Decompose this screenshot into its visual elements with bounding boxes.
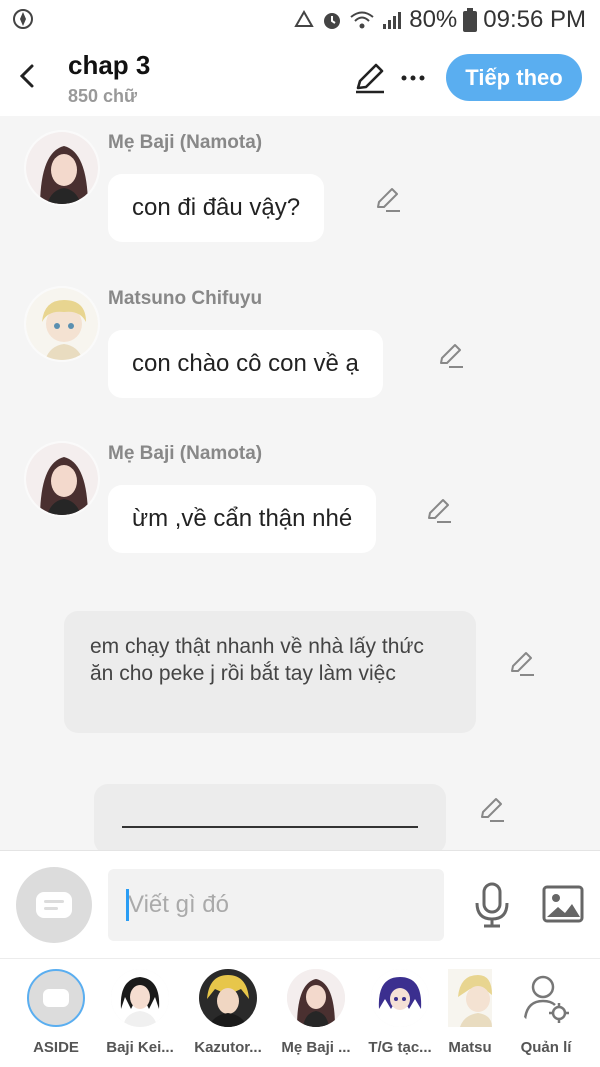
alarm-icon xyxy=(321,9,343,31)
character-label: Mẹ Baji ... xyxy=(281,1039,351,1056)
character-matsuno[interactable]: Matsu xyxy=(448,969,492,1056)
editor-header: chap 3 850 chữ Tiếp theo xyxy=(0,40,600,116)
speaker-name: Matsuno Chifuyu xyxy=(108,288,263,309)
input-bar xyxy=(0,850,600,958)
pencil-icon xyxy=(428,499,451,523)
draft-text-line xyxy=(122,826,418,828)
microphone-button[interactable] xyxy=(472,881,512,929)
back-button[interactable] xyxy=(14,58,42,94)
character-baji-kei[interactable]: Baji Kei... xyxy=(100,969,180,1056)
message-bubble[interactable]: con chào cô con về ạ xyxy=(108,330,383,398)
more-dots-icon xyxy=(401,75,425,81)
character-aside[interactable]: ASIDE xyxy=(16,969,96,1056)
aside-toggle-button[interactable] xyxy=(16,867,92,943)
character-tg[interactable]: T/G tạc... xyxy=(360,969,440,1056)
status-bar: 80% 09:56 PM xyxy=(0,0,600,40)
character-label: Matsu xyxy=(448,1039,492,1056)
wifi-icon xyxy=(349,10,375,30)
pencil-icon xyxy=(511,652,534,676)
compass-icon xyxy=(12,8,34,35)
avatar-me-baji[interactable] xyxy=(24,130,100,206)
signal-icon xyxy=(381,10,403,30)
character-avatar xyxy=(371,969,429,1027)
battery-icon xyxy=(463,8,478,32)
character-kazutora[interactable]: Kazutor... xyxy=(188,969,268,1056)
manage-characters-button[interactable]: Quản lí xyxy=(506,969,586,1056)
character-bar: ASIDE Baji Kei... Kazutor... Mẹ Baji ...… xyxy=(0,958,600,1067)
edit-message-button[interactable] xyxy=(425,497,453,525)
character-avatar xyxy=(287,969,345,1027)
edit-message-button[interactable] xyxy=(374,186,402,214)
character-label: ASIDE xyxy=(33,1039,79,1056)
message-icon xyxy=(36,892,72,918)
speaker-name: Mẹ Baji (Namota) xyxy=(108,443,263,464)
character-avatar xyxy=(199,969,257,1027)
message-bubble[interactable]: con đi đâu vậy? xyxy=(108,174,325,242)
message-bubble[interactable]: ừm ,về cẩn thận nhé xyxy=(108,485,377,553)
microphone-icon xyxy=(475,882,509,928)
clock: 09:56 PM xyxy=(483,6,586,33)
avatar-matsuno-chifuyu[interactable] xyxy=(24,286,100,362)
pencil-icon xyxy=(377,188,400,212)
chat-area[interactable]: Mẹ Baji (Namota) con đi đâu vậy? Matsuno… xyxy=(0,116,600,850)
manage-user-icon xyxy=(517,969,575,1027)
next-button[interactable]: Tiếp theo xyxy=(446,54,582,101)
aside-icon xyxy=(27,969,85,1027)
chevron-left-icon xyxy=(19,64,34,88)
insert-image-button[interactable] xyxy=(542,885,584,923)
edit-narration-button[interactable] xyxy=(508,650,536,678)
character-label: Quản lí xyxy=(520,1039,572,1056)
pencil-icon xyxy=(440,344,463,368)
character-label: T/G tạc... xyxy=(368,1039,432,1056)
speaker-name: Mẹ Baji (Namota) xyxy=(108,132,263,153)
narration-bubble[interactable]: em chạy thật nhanh về nhà lấy thức ăn ch… xyxy=(64,611,476,733)
character-avatar xyxy=(111,969,169,1027)
character-avatar xyxy=(448,969,492,1027)
pencil-icon xyxy=(481,798,504,822)
edit-title-button[interactable] xyxy=(352,60,388,96)
edit-message-button[interactable] xyxy=(437,342,465,370)
message-input[interactable] xyxy=(108,869,444,941)
text-cursor xyxy=(126,889,129,921)
more-options-button[interactable] xyxy=(400,60,426,96)
character-me-baji[interactable]: Mẹ Baji ... xyxy=(276,969,356,1056)
word-count: 850 chữ xyxy=(68,86,138,106)
pencil-icon xyxy=(356,63,384,94)
recycle-icon xyxy=(293,10,315,30)
character-label: Kazutor... xyxy=(194,1039,262,1056)
character-label: Baji Kei... xyxy=(106,1039,174,1056)
draft-narration-bubble[interactable] xyxy=(94,784,446,850)
edit-draft-button[interactable] xyxy=(478,796,506,824)
battery-percent: 80% xyxy=(409,6,458,33)
chapter-title[interactable]: chap 3 xyxy=(68,50,150,81)
avatar-me-baji[interactable] xyxy=(24,441,100,517)
image-icon xyxy=(542,885,584,923)
